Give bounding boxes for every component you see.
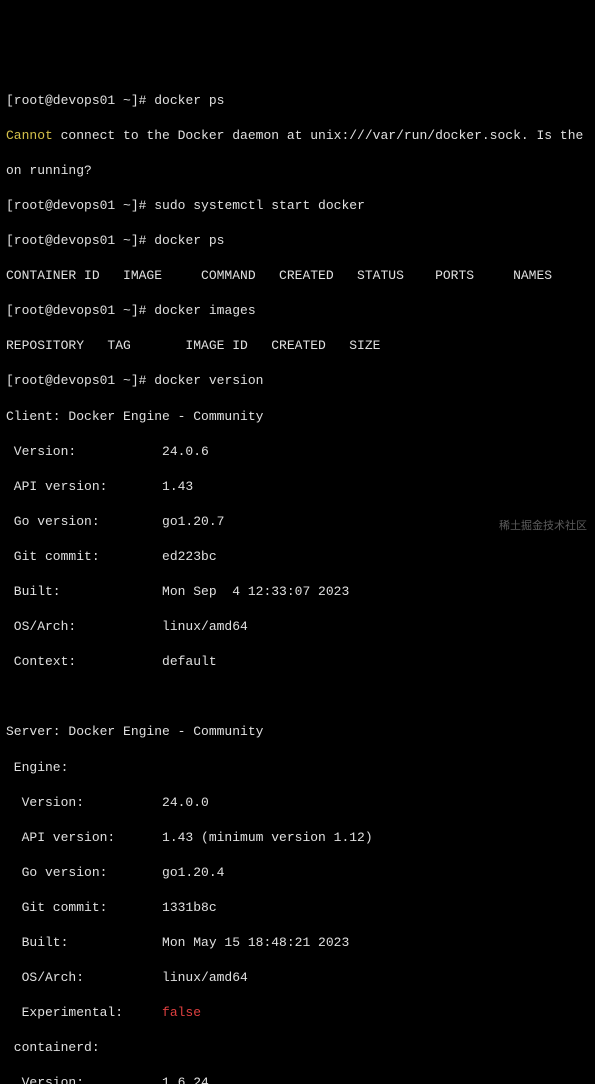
command-docker-version: docker version (154, 373, 263, 388)
containerd-row: Version: 1.6.24 (6, 1074, 589, 1084)
experimental-value: false (162, 1005, 201, 1020)
engine-experimental: Experimental: false (6, 1004, 589, 1022)
prompt: [root@devops01 ~]# (6, 233, 154, 248)
command-docker-images: docker images (154, 303, 255, 318)
client-row: Context: default (6, 653, 589, 671)
server-title: Server: Docker Engine - Community (6, 723, 589, 741)
prompt-line-2: [root@devops01 ~]# sudo systemctl start … (6, 197, 589, 215)
engine-row: Version: 24.0.0 (6, 794, 589, 812)
ps-header: CONTAINER ID IMAGE COMMAND CREATED STATU… (6, 267, 589, 285)
containerd-header: containerd: (6, 1039, 589, 1057)
client-row: API version: 1.43 (6, 478, 589, 496)
prompt-line-1: [root@devops01 ~]# docker ps (6, 92, 589, 110)
watermark-text: 稀土掘金技术社区 (499, 520, 587, 532)
terminal-output[interactable]: [root@devops01 ~]# docker ps Cannot conn… (6, 74, 589, 1084)
engine-row: API version: 1.43 (minimum version 1.12) (6, 829, 589, 847)
engine-row: OS/Arch: linux/amd64 (6, 969, 589, 987)
blank-line (6, 688, 589, 706)
command-systemctl-start: sudo systemctl start docker (154, 198, 365, 213)
prompt: [root@devops01 ~]# (6, 198, 154, 213)
prompt: [root@devops01 ~]# (6, 373, 154, 388)
client-row: OS/Arch: linux/amd64 (6, 618, 589, 636)
error-line-2: on running? (6, 162, 589, 180)
experimental-label: Experimental: (6, 1005, 162, 1020)
engine-row: Go version: go1.20.4 (6, 864, 589, 882)
prompt-line-5: [root@devops01 ~]# docker version (6, 372, 589, 390)
client-title: Client: Docker Engine - Community (6, 408, 589, 426)
error-line-1: Cannot connect to the Docker daemon at u… (6, 127, 589, 145)
client-row: Version: 24.0.6 (6, 443, 589, 461)
engine-row: Built: Mon May 15 18:48:21 2023 (6, 934, 589, 952)
engine-row: Git commit: 1331b8c (6, 899, 589, 917)
prompt-line-4: [root@devops01 ~]# docker images (6, 302, 589, 320)
client-row: Git commit: ed223bc (6, 548, 589, 566)
prompt-line-3: [root@devops01 ~]# docker ps (6, 232, 589, 250)
command-docker-ps: docker ps (154, 93, 224, 108)
command-docker-ps-2: docker ps (154, 233, 224, 248)
error-keyword: Cannot (6, 128, 53, 143)
prompt: [root@devops01 ~]# (6, 93, 154, 108)
watermark: 稀土掘金技术社区 (499, 519, 587, 534)
images-header: REPOSITORY TAG IMAGE ID CREATED SIZE (6, 337, 589, 355)
prompt: [root@devops01 ~]# (6, 303, 154, 318)
server-engine: Engine: (6, 759, 589, 777)
error-text: connect to the Docker daemon at unix:///… (53, 128, 584, 143)
client-row: Built: Mon Sep 4 12:33:07 2023 (6, 583, 589, 601)
